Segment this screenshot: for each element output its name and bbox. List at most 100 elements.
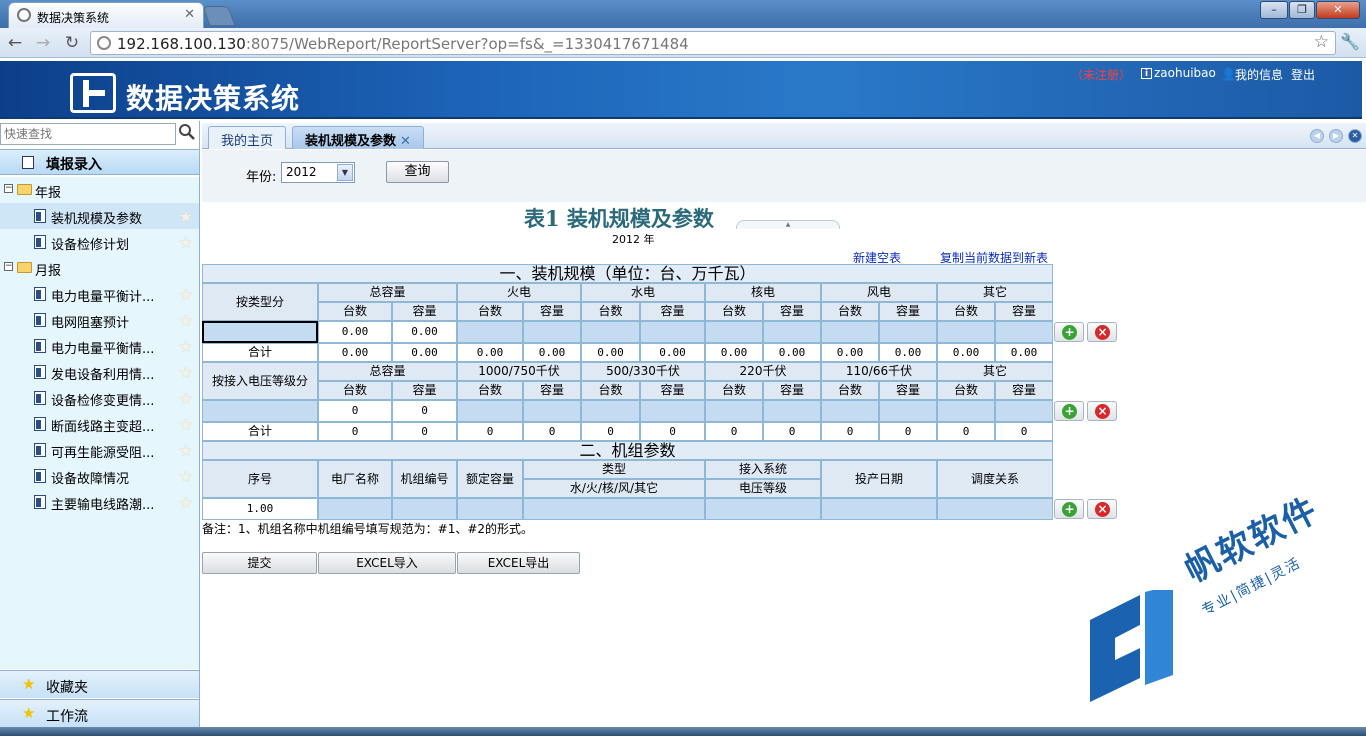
year-select[interactable]: 2012 ▼ [281,162,355,183]
bookmark-star-icon[interactable]: ☆ [1314,32,1329,52]
tree-item-monthly-2[interactable]: 电网阻塞预计 ★ [0,307,199,333]
tree-item-monthly-8[interactable]: 设备故障情况 ★ [0,463,199,489]
favorite-star-icon[interactable]: ★ [179,233,193,252]
favorite-star-icon[interactable]: ★ [179,467,193,486]
input-cell[interactable] [523,400,581,422]
window-close-button[interactable]: ✕ [1316,1,1360,19]
delete-row-button[interactable]: × [1087,499,1117,519]
favorite-star-icon[interactable]: ★ [179,415,193,434]
input-cell[interactable] [705,321,763,343]
input-cell[interactable] [581,400,640,422]
delete-row-button[interactable]: × [1087,322,1117,342]
address-bar[interactable]: 192.168.100.130:8075/WebReport/ReportSer… [90,31,1336,55]
input-cell[interactable] [821,400,879,422]
input-cell[interactable] [640,400,705,422]
tree-item-monthly-9[interactable]: 主要输电线路潮... ★ [0,489,199,515]
voltage-input-count[interactable]: 0 [318,400,392,422]
tree-item-install-scale[interactable]: 装机规模及参数 ★ [0,203,199,229]
tab-home[interactable]: 我的主页 [208,126,287,149]
favorite-star-icon[interactable]: ★ [179,207,193,226]
sidebar-workflow[interactable]: ★ 工作流 [0,699,199,727]
voltage-input-capacity[interactable]: 0 [392,400,457,422]
unit-input-commission[interactable] [821,498,937,520]
tree-item-monthly-5[interactable]: 设备检修变更情... ★ [0,385,199,411]
submit-button[interactable]: 提交 [202,552,317,574]
input-cell[interactable] [995,400,1053,422]
quick-search-input[interactable] [0,123,176,145]
type-input-count[interactable]: 0.00 [318,321,392,343]
wrench-icon[interactable]: 🔧 [1340,32,1360,51]
maximize-button[interactable]: ❐ [1289,1,1315,19]
close-all-tabs-icon[interactable]: ✕ [1348,129,1362,143]
collapse-form-handle[interactable]: ▲ [736,220,840,229]
tree-item-monthly-4[interactable]: 发电设备利用情... ★ [0,359,199,385]
back-icon[interactable]: ← [4,33,26,53]
forward-icon[interactable]: → [32,33,54,53]
browser-tab[interactable]: 数据决策系统 ✕ [8,2,204,28]
favorite-star-icon[interactable]: ★ [179,337,193,356]
unit-input-plant[interactable] [318,498,392,520]
favorite-star-icon[interactable]: ★ [179,285,193,304]
sidebar-favorites[interactable]: ★ 收藏夹 [0,670,199,698]
excel-export-button[interactable]: EXCEL导出 [457,552,580,574]
favorite-star-icon[interactable]: ★ [179,441,193,460]
input-cell[interactable] [457,400,523,422]
tree-item-monthly-6[interactable]: 断面线路主变超... ★ [0,411,199,437]
input-cell[interactable] [581,321,640,343]
collapse-toggle-icon[interactable]: − [4,184,13,193]
input-cell[interactable] [523,321,581,343]
delete-row-button[interactable]: × [1087,401,1117,421]
input-cell[interactable] [457,321,523,343]
report-doc-icon [34,495,46,509]
input-cell[interactable] [640,321,705,343]
input-cell[interactable] [937,400,995,422]
tab-close-icon[interactable]: ✕ [184,7,195,22]
tree-item-monthly-1[interactable]: 电力电量平衡计... ★ [0,281,199,307]
tab-scroll-left-icon[interactable]: ◀ [1310,129,1324,143]
unit-input-rated[interactable] [457,498,523,520]
input-cell[interactable] [937,321,995,343]
minimize-button[interactable]: – [1260,1,1288,19]
favorite-star-icon[interactable]: ★ [179,493,193,512]
section2-title: 二、机组参数 [202,441,1053,460]
input-cell[interactable] [763,400,821,422]
tree-folder-monthly[interactable]: − 月报 [0,255,199,281]
voltage-input-cell[interactable] [202,400,318,422]
input-cell[interactable] [995,321,1053,343]
input-cell[interactable] [821,321,879,343]
tree-item-monthly-7[interactable]: 可再生能源受阻... ★ [0,437,199,463]
query-button[interactable]: 查询 [386,161,449,183]
tree-item-monthly-3[interactable]: 电力电量平衡情... ★ [0,333,199,359]
input-cell[interactable] [763,321,821,343]
my-info-link[interactable]: 我的信息 [1235,66,1283,83]
tab-install-scale[interactable]: 装机规模及参数 ✕ [292,126,424,149]
excel-import-button[interactable]: EXCEL导入 [318,552,456,574]
tab-close-icon[interactable]: ✕ [400,134,411,149]
input-cell[interactable] [705,400,763,422]
search-icon[interactable] [178,123,198,143]
input-cell[interactable] [879,400,937,422]
unit-input-type[interactable] [523,498,705,520]
favorite-star-icon[interactable]: ★ [179,389,193,408]
unit-input-dispatch[interactable] [937,498,1053,520]
unit-input-unit-no[interactable] [392,498,457,520]
tree-item-maintenance-plan[interactable]: 设备检修计划 ★ [0,229,199,255]
collapse-toggle-icon[interactable]: − [4,262,13,271]
input-cell[interactable] [879,321,937,343]
logout-link[interactable]: 登出 [1291,66,1315,83]
unit-input-access[interactable] [705,498,821,520]
tab-scroll-right-icon[interactable]: ▶ [1329,129,1343,143]
username[interactable]: zaohuibao [1154,66,1216,80]
add-row-button[interactable]: + [1054,401,1084,421]
type-input-capacity[interactable]: 0.00 [392,321,457,343]
favorite-star-icon[interactable]: ★ [179,363,193,382]
reload-icon[interactable]: ↻ [61,33,83,53]
sidebar-section-fill-entry[interactable]: 填报录入 [0,149,199,175]
new-tab-button[interactable] [202,6,236,26]
add-row-button[interactable]: + [1054,322,1084,342]
chevron-down-icon[interactable]: ▼ [337,164,353,181]
add-row-button[interactable]: + [1054,499,1084,519]
tree-folder-annual[interactable]: − 年报 [0,177,199,203]
type-input-cell[interactable] [202,321,318,343]
favorite-star-icon[interactable]: ★ [179,311,193,330]
